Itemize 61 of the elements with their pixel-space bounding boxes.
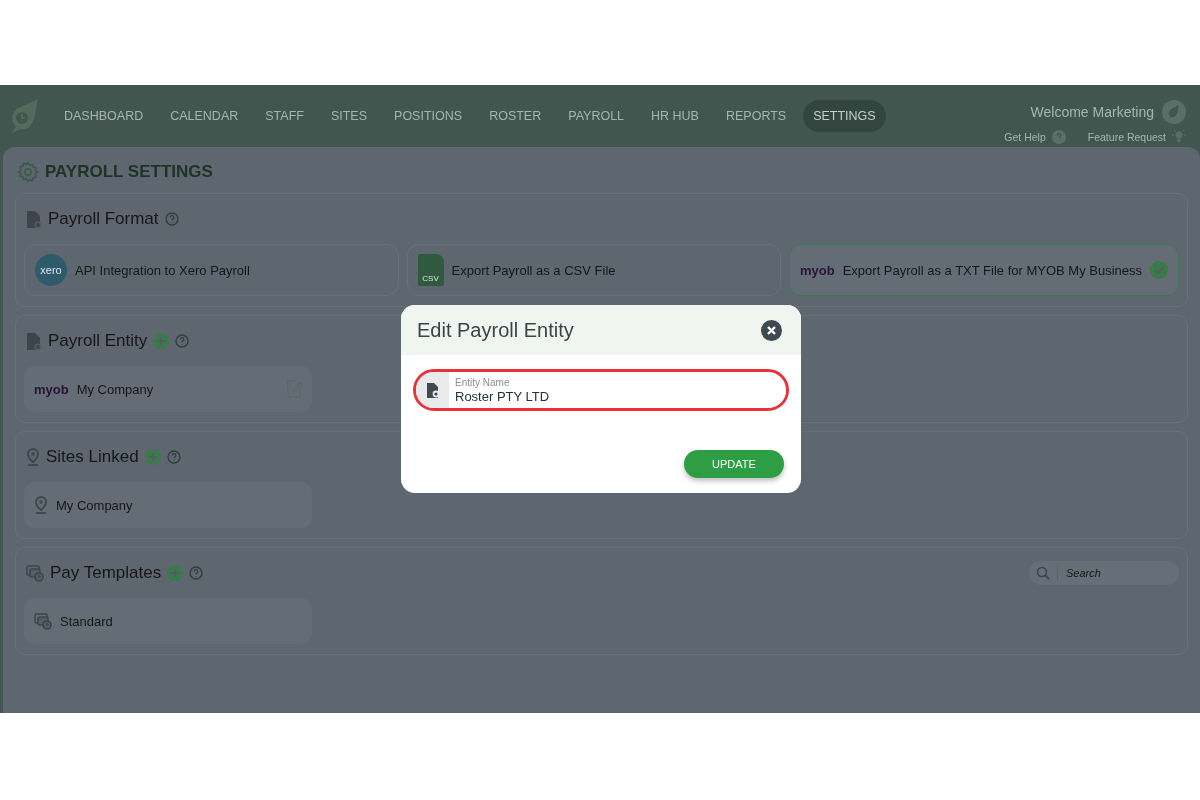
check-icon xyxy=(1150,261,1168,279)
lightbulb-icon[interactable] xyxy=(1172,128,1186,145)
file-pin-icon xyxy=(26,331,42,351)
format-option[interactable]: CSV Export Payroll as a CSV File xyxy=(406,244,781,296)
close-icon[interactable] xyxy=(761,319,782,341)
section-title: Payroll Format xyxy=(48,209,159,229)
settings-icon xyxy=(17,161,39,183)
myob-logo: myob xyxy=(800,262,835,278)
template-icon xyxy=(34,612,52,630)
item-label: Standard xyxy=(60,613,114,629)
section-title: Sites Linked xyxy=(46,447,139,467)
nav-tab[interactable]: CALENDAR xyxy=(160,100,249,132)
option-label: Export Payroll as a CSV File xyxy=(451,262,617,278)
option-label: API Integration to Xero Payroll xyxy=(75,262,251,278)
welcome-text: Welcome Marketing xyxy=(1030,103,1154,120)
format-option[interactable]: xero API Integration to Xero Payroll xyxy=(24,244,399,296)
avatar-icon[interactable] xyxy=(1162,99,1186,124)
add-icon[interactable] xyxy=(144,449,161,465)
update-button[interactable]: UPDATE xyxy=(684,450,784,478)
location-pin-icon xyxy=(26,448,40,466)
nav-tab[interactable]: SETTINGS xyxy=(803,100,886,132)
list-item[interactable]: My Company xyxy=(24,482,312,528)
text-input[interactable]: Roster PTY LTD xyxy=(455,388,786,404)
entity-name-field[interactable]: Entity Name Roster PTY LTD xyxy=(413,369,789,411)
page-title: PAYROLL SETTINGS xyxy=(45,162,213,182)
header-link[interactable]: Feature Request xyxy=(1087,130,1166,143)
help-icon[interactable] xyxy=(164,212,179,226)
myob-logo: myob xyxy=(34,381,69,397)
add-icon[interactable] xyxy=(167,565,184,581)
help-icon[interactable] xyxy=(189,566,204,580)
section-title: Payroll Entity xyxy=(48,331,148,351)
field-label: Entity Name xyxy=(455,376,511,388)
nav-tab[interactable]: REPORTS xyxy=(715,100,797,132)
template-icon xyxy=(26,564,44,582)
help-icon[interactable] xyxy=(166,450,181,464)
nav-tab[interactable]: POSITIONS xyxy=(384,100,473,132)
search-field[interactable]: Search xyxy=(1029,561,1179,585)
location-pin-icon xyxy=(34,496,48,514)
file-pin-icon xyxy=(425,381,440,399)
nav-tab[interactable]: HR HUB xyxy=(641,100,709,132)
header-link[interactable]: Get Help xyxy=(1004,130,1046,143)
help-icon[interactable] xyxy=(175,334,190,348)
help-icon[interactable] xyxy=(1051,129,1066,144)
nav-tab[interactable]: PAYROLL xyxy=(558,100,635,132)
nav-tab[interactable]: SITES xyxy=(320,100,378,132)
item-label: My Company xyxy=(56,497,134,513)
list-item[interactable]: Standard xyxy=(24,598,312,644)
search-icon xyxy=(1036,566,1050,580)
list-item[interactable]: myob My Company xyxy=(24,366,312,412)
option-label: Export Payroll as a TXT File for MYOB My Business xyxy=(842,262,1142,278)
nav-tab[interactable]: DASHBOARD xyxy=(54,100,154,132)
section-title: Pay Templates xyxy=(50,563,162,583)
csv-file-icon: CSV xyxy=(417,254,444,286)
item-label: My Company xyxy=(76,381,155,397)
add-icon[interactable] xyxy=(153,333,170,349)
dialog-title: Edit Payroll Entity xyxy=(417,318,574,342)
search-input[interactable]: Search xyxy=(1058,566,1178,580)
nav-tab[interactable]: STAFF xyxy=(255,100,314,132)
xero-logo: xero xyxy=(35,254,67,286)
format-option[interactable]: myob Export Payroll as a TXT File for MYOB My Business xyxy=(789,244,1179,296)
nav-tab[interactable]: ROSTER xyxy=(479,100,552,132)
